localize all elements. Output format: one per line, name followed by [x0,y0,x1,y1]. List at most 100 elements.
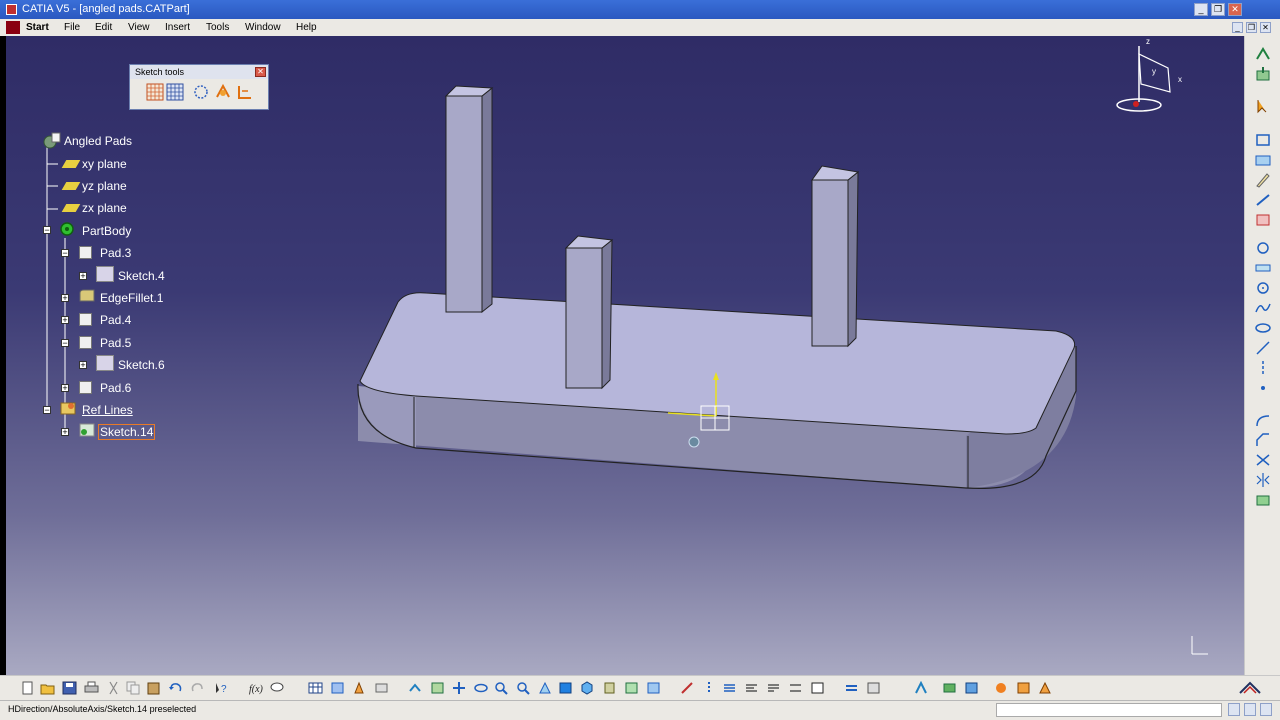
corner-icon[interactable] [1254,412,1272,428]
tree-item-pad3[interactable]: Pad.3 [100,246,131,260]
pad-icon[interactable] [79,336,92,349]
pad-pillar-middle-side[interactable] [601,238,613,390]
menu-help[interactable]: Help [296,22,317,33]
tree-item-edgefillet1[interactable]: EdgeFillet.1 [100,291,163,305]
formula-icon[interactable]: f(x) [248,681,263,695]
profile-icon[interactable] [1254,132,1272,148]
measure-icon[interactable] [330,681,345,695]
pad-pillar-middle-front[interactable] [565,247,603,389]
print-icon[interactable] [84,681,99,695]
rendering-style-icon[interactable] [964,681,979,695]
open-folder-icon[interactable] [40,681,55,695]
tree-expand-sketch14-icon[interactable]: + [61,428,69,437]
paste-icon[interactable] [146,681,161,695]
shading-icon[interactable] [602,681,617,695]
tree-item-pad4[interactable]: Pad.4 [100,313,131,327]
measure-inertia-icon[interactable] [352,681,367,695]
tree-item-sketch4[interactable]: Sketch.4 [118,269,165,283]
redo-icon[interactable] [190,681,205,695]
menu-edit[interactable]: Edit [95,22,112,33]
tree-item-partbody[interactable]: PartBody [82,224,131,238]
whats-this-help-icon[interactable]: ? [214,681,229,695]
doc-close-button[interactable]: ✕ [1260,22,1271,33]
tree-item-sketch14[interactable]: Sketch.14 [98,424,156,440]
sketch-icon[interactable] [78,422,96,438]
pad-icon[interactable] [79,313,92,326]
geometric-constraints-icon[interactable] [214,83,232,101]
compass[interactable] [1116,46,1171,112]
tree-item-ref-lines[interactable]: Ref Lines [82,403,133,417]
axis-icon[interactable] [1254,360,1272,376]
new-file-icon[interactable] [20,681,35,695]
sketch-tools-toolbar[interactable]: Sketch tools ✕ [129,64,269,110]
select-arrow-icon[interactable] [1254,98,1272,114]
tree-item-xy-plane[interactable]: xy plane [82,157,127,171]
copy-icon[interactable] [126,681,141,695]
sketch-analysis-icon[interactable] [722,681,737,695]
geometrical-set-icon[interactable] [59,400,77,416]
menu-start[interactable]: Start [26,22,49,33]
pencil-icon[interactable] [1254,172,1272,188]
save-icon[interactable] [62,681,77,695]
sketch-icon[interactable] [96,355,114,371]
constraint-icon[interactable] [1254,192,1272,208]
zoom-in-icon[interactable] [494,681,509,695]
tree-item-sketch6[interactable]: Sketch.6 [118,358,165,372]
fly-mode-icon[interactable] [408,681,423,695]
menu-view[interactable]: View [128,22,150,33]
tree-item-yz-plane[interactable]: yz plane [82,179,127,193]
no-3d-background-icon[interactable] [866,681,881,695]
isometric-view-icon[interactable] [580,681,595,695]
pad-icon[interactable] [79,246,92,259]
chamfer-icon[interactable] [1254,432,1272,448]
color-icon[interactable] [994,681,1009,695]
tree-collapse-partbody-icon[interactable]: − [43,226,51,235]
edge-fillet-icon[interactable] [78,288,96,304]
line-icon[interactable] [1254,340,1272,356]
undo-icon[interactable] [168,681,183,695]
pad-pillar-left-front[interactable] [445,95,483,313]
tree-expand-sketch4-icon[interactable]: + [79,272,87,281]
oriented-rectangle-icon[interactable] [1254,260,1272,276]
exit-workbench-icon[interactable] [1254,46,1272,62]
close-button[interactable]: ✕ [1228,3,1242,16]
sketch-icon[interactable] [96,266,114,282]
3d-layer-icon[interactable] [942,681,957,695]
trim-icon[interactable] [1254,452,1272,468]
material-icon[interactable] [1016,681,1031,695]
auto-constraint-icon[interactable] [1254,212,1272,228]
doc-minimize-button[interactable]: _ [1232,22,1243,33]
sketch-tools-close-button[interactable]: ✕ [255,67,266,77]
tree-item-pad6[interactable]: Pad.6 [100,381,131,395]
apply-material-icon[interactable] [1038,681,1053,695]
usage-icon[interactable] [914,681,929,695]
pad-pillar-right-top[interactable] [811,165,860,181]
doc-restore-button[interactable]: ❐ [1246,22,1257,33]
swap-view-icon[interactable] [844,681,859,695]
sketch-with-absolute-axis-icon[interactable] [1254,66,1272,82]
zoom-out-icon[interactable] [516,681,531,695]
table-icon[interactable] [308,681,323,695]
menu-file[interactable]: File [64,22,80,33]
part-geometry[interactable]: z y x [6,36,1244,675]
project-3d-elements-icon[interactable] [1254,492,1272,508]
menu-insert[interactable]: Insert [165,22,190,33]
tree-collapse-pad3-icon[interactable]: − [61,249,69,258]
fit-all-in-icon[interactable] [430,681,445,695]
tree-collapse-ref-lines-icon[interactable]: − [43,406,51,415]
dimensional-constraints-toggle-icon[interactable] [788,681,803,695]
circle-icon[interactable] [1254,280,1272,296]
partbody-gear-icon[interactable] [58,220,76,238]
hide-show-icon[interactable] [624,681,639,695]
menu-window[interactable]: Window [245,22,281,33]
tree-expand-pad6-icon[interactable]: + [61,384,69,393]
tree-root-angled-pads[interactable]: Angled Pads [64,134,132,148]
command-input[interactable] [996,703,1222,717]
mirror-icon[interactable] [1254,472,1272,488]
part-gear-icon[interactable] [42,132,62,150]
tree-collapse-pad5-icon[interactable]: − [61,339,69,348]
tree-item-zx-plane[interactable]: zx plane [82,201,127,215]
construction-element-icon[interactable] [192,83,210,101]
tree-expand-edgefillet1-icon[interactable]: + [61,294,69,303]
cut-part-by-sketch-plane-icon[interactable] [680,681,695,695]
